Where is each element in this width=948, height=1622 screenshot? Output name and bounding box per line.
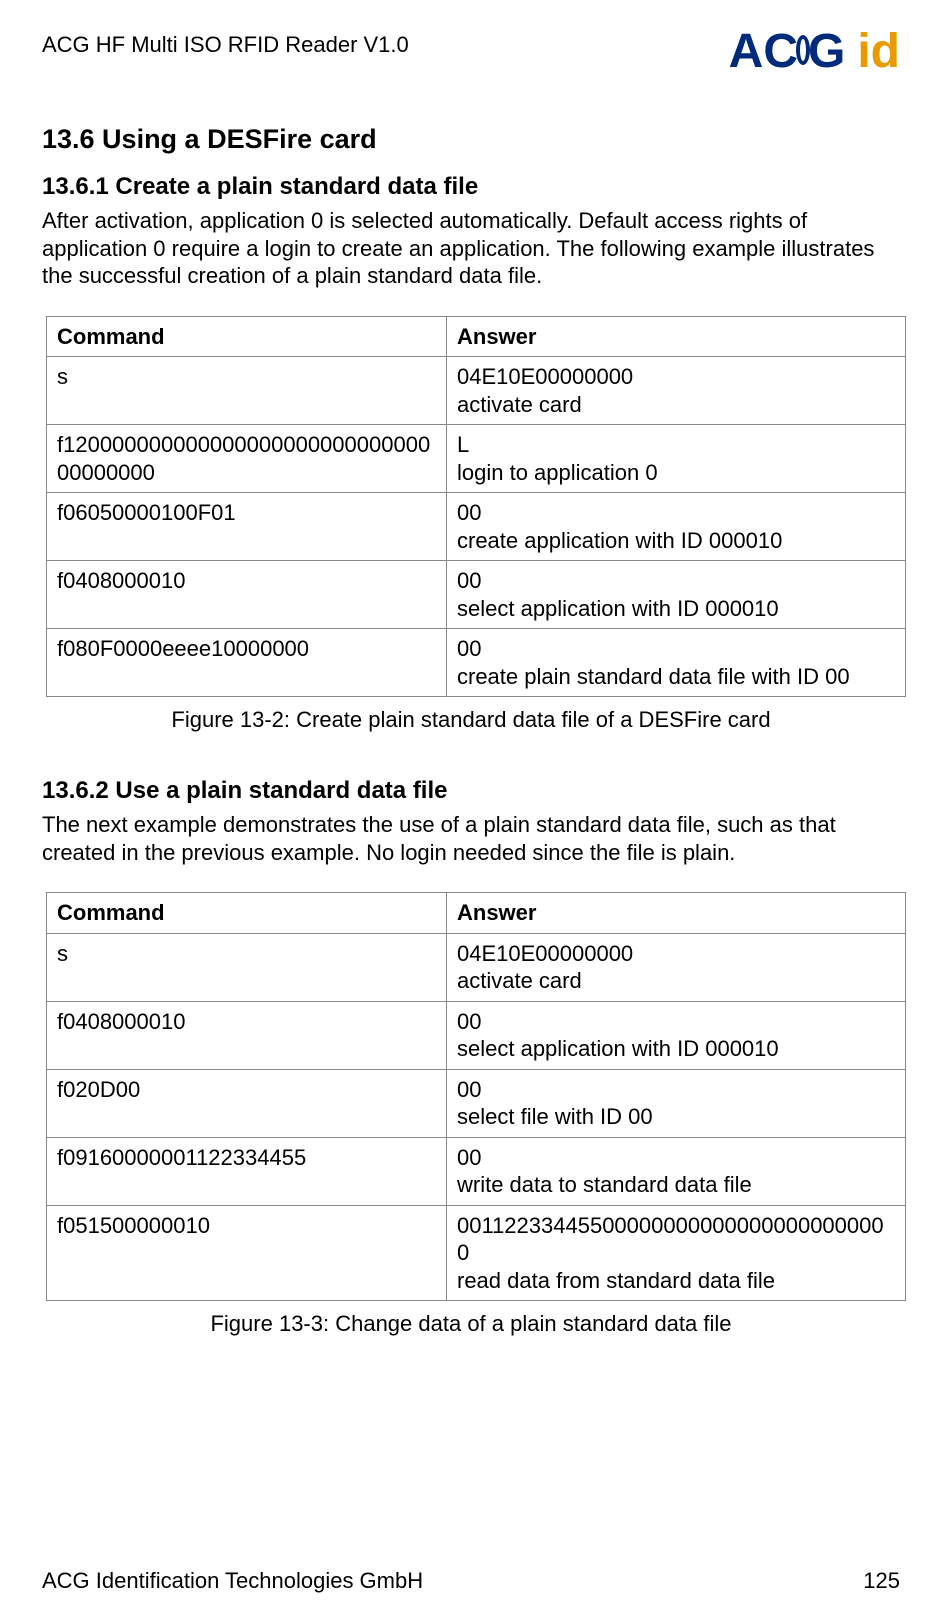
cell-answer: 00create application with ID 000010 <box>447 493 906 561</box>
subsection-1-paragraph: After activation, application 0 is selec… <box>42 207 900 290</box>
logo-text-acg: ACG <box>729 28 846 76</box>
document-title: ACG HF Multi ISO RFID Reader V1.0 <box>42 28 409 58</box>
cell-command: f0408000010 <box>47 1001 447 1069</box>
logo: ACG id <box>729 28 900 76</box>
table-row: f080F0000eeee1000000000create plain stan… <box>47 629 906 697</box>
table-create-file: Command Answer s04E10E00000000activate c… <box>46 316 906 698</box>
table-header-row: Command Answer <box>47 316 906 357</box>
table-header-answer: Answer <box>447 316 906 357</box>
subsection-2-paragraph: The next example demonstrates the use of… <box>42 811 900 866</box>
cell-command: f020D00 <box>47 1069 447 1137</box>
table-row: f0916000000112233445500write data to sta… <box>47 1137 906 1205</box>
page-header: ACG HF Multi ISO RFID Reader V1.0 ACG id <box>42 28 900 76</box>
cell-answer: 00select application with ID 000010 <box>447 561 906 629</box>
footer-page-number: 125 <box>863 1568 900 1594</box>
cell-command: f06050000100F01 <box>47 493 447 561</box>
table-row: s04E10E00000000activate card <box>47 933 906 1001</box>
table-row: s04E10E00000000activate card <box>47 357 906 425</box>
cell-answer: Llogin to application 0 <box>447 425 906 493</box>
footer-company: ACG Identification Technologies GmbH <box>42 1568 423 1594</box>
cell-command: s <box>47 933 447 1001</box>
table-header-command: Command <box>47 316 447 357</box>
table-header-answer: Answer <box>447 893 906 934</box>
cell-answer: 00select application with ID 000010 <box>447 1001 906 1069</box>
logo-oval-icon <box>796 35 810 65</box>
cell-command: f080F0000eeee10000000 <box>47 629 447 697</box>
cell-answer: 04E10E00000000activate card <box>447 357 906 425</box>
page-footer: ACG Identification Technologies GmbH 125 <box>42 1568 900 1594</box>
figure-caption-2: Figure 13-3: Change data of a plain stan… <box>42 1311 900 1337</box>
cell-answer: 00write data to standard data file <box>447 1137 906 1205</box>
table-header-command: Command <box>47 893 447 934</box>
table-use-file: Command Answer s04E10E00000000activate c… <box>46 892 906 1301</box>
table-row: f051500000010001122334455000000000000000… <box>47 1205 906 1301</box>
table-row: f06050000100F0100create application with… <box>47 493 906 561</box>
cell-answer: 00select file with ID 00 <box>447 1069 906 1137</box>
cell-command: f051500000010 <box>47 1205 447 1301</box>
cell-command: f09160000001122334455 <box>47 1137 447 1205</box>
table-row: f040800001000select application with ID … <box>47 1001 906 1069</box>
table-header-row: Command Answer <box>47 893 906 934</box>
section-heading: 13.6 Using a DESFire card <box>42 124 900 155</box>
subsection-2-heading: 13.6.2 Use a plain standard data file <box>42 777 900 805</box>
subsection-1-heading: 13.6.1 Create a plain standard data file <box>42 173 900 201</box>
cell-command: f0408000010 <box>47 561 447 629</box>
figure-caption-1: Figure 13-2: Create plain standard data … <box>42 707 900 733</box>
table-row: f12000000000000000000000000000000000000L… <box>47 425 906 493</box>
cell-answer: 001122334455000000000000000000000000read… <box>447 1205 906 1301</box>
table-row: f040800001000select application with ID … <box>47 561 906 629</box>
cell-command: f12000000000000000000000000000000000000 <box>47 425 447 493</box>
logo-text-id: id <box>857 28 900 76</box>
cell-answer: 00create plain standard data file with I… <box>447 629 906 697</box>
table-row: f020D0000select file with ID 00 <box>47 1069 906 1137</box>
cell-answer: 04E10E00000000activate card <box>447 933 906 1001</box>
cell-command: s <box>47 357 447 425</box>
